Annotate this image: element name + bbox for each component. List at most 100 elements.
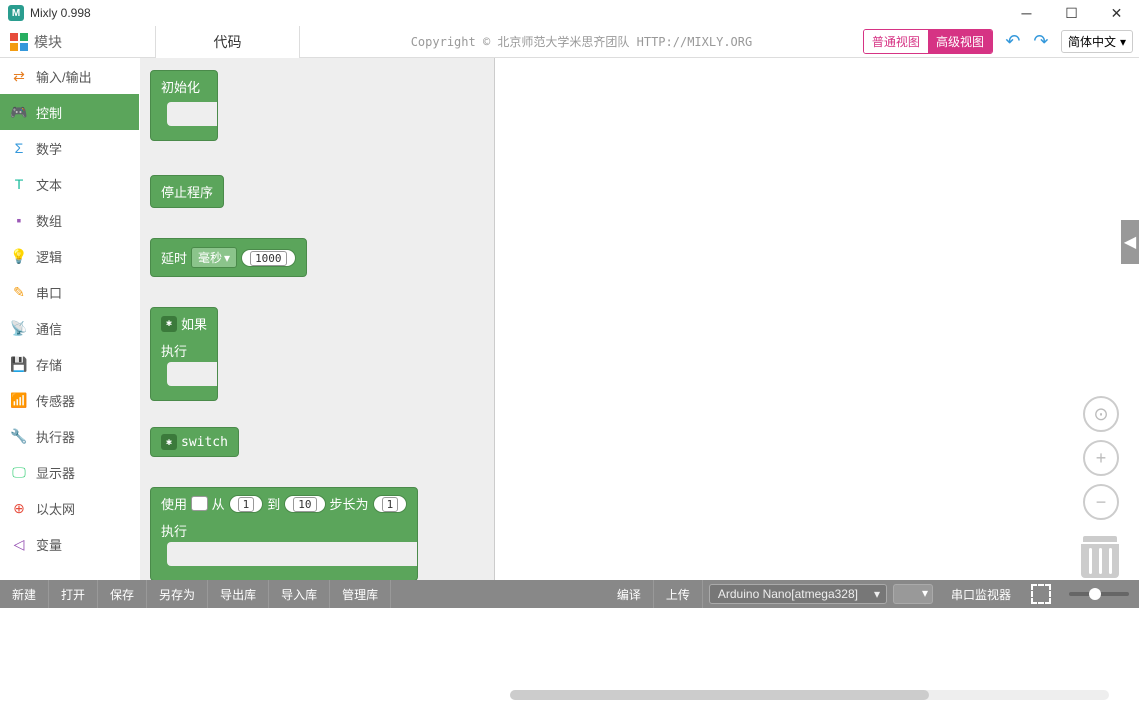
category-icon: ⇄	[10, 67, 28, 85]
language-label: 简体中文	[1068, 33, 1116, 50]
zoom-out-button[interactable]: −	[1083, 484, 1119, 520]
category-icon: 💾	[10, 355, 28, 373]
category-label: 数学	[36, 139, 62, 158]
block-stop[interactable]: 停止程序	[150, 175, 224, 208]
category-2[interactable]: Σ 数学	[0, 130, 139, 166]
category-icon: ▪	[10, 211, 28, 229]
category-icon: 📶	[10, 391, 28, 409]
open-button[interactable]: 打开	[49, 580, 98, 608]
for-var-input[interactable]: i	[191, 496, 208, 511]
center-button[interactable]: ⊙	[1083, 396, 1119, 432]
category-11[interactable]: 🖵 显示器	[0, 454, 139, 490]
tab-modules[interactable]: 模块	[0, 26, 155, 58]
category-icon: ✎	[10, 283, 28, 301]
category-icon: 🎮	[10, 103, 28, 121]
category-12[interactable]: ⊕以太网	[0, 490, 139, 526]
importlib-button[interactable]: 导入库	[269, 580, 330, 608]
copyright-text: Copyright © 北京师范大学米思齐团队 HTTP://MIXLY.ORG	[300, 33, 863, 50]
category-3[interactable]: T文本	[0, 166, 139, 202]
category-6[interactable]: ✎ 串口	[0, 274, 139, 310]
maximize-button[interactable]: ☐	[1049, 0, 1094, 26]
compile-button[interactable]: 编译	[605, 580, 654, 608]
managelib-button[interactable]: 管理库	[330, 580, 391, 608]
view-advanced-button[interactable]: 高级视图	[928, 30, 992, 53]
block-switch-label: switch	[181, 435, 228, 450]
workspace-canvas[interactable]: ⊙ + −	[495, 58, 1139, 580]
category-icon: Σ	[10, 139, 28, 157]
category-label: 执行器	[36, 427, 75, 446]
upload-button[interactable]: 上传	[654, 580, 703, 608]
category-label: 以太网	[36, 499, 75, 518]
block-for[interactable]: 使用 i 从 1 到 10 步长为 1 执行	[150, 487, 418, 580]
block-if[interactable]: ✱如果 执行	[150, 307, 218, 401]
block-switch[interactable]: ✱ switch	[150, 427, 239, 457]
exportlib-button[interactable]: 导出库	[208, 580, 269, 608]
serial-monitor-button[interactable]: 串口监视器	[939, 580, 1023, 608]
category-label: 输入/输出	[36, 67, 92, 86]
saveas-button[interactable]: 另存为	[147, 580, 208, 608]
category-icon: 🔧	[10, 427, 28, 445]
for-to-input[interactable]: 10	[284, 495, 325, 513]
category-5[interactable]: 💡逻辑	[0, 238, 139, 274]
puzzle-icon	[10, 33, 28, 51]
horizontal-scrollbar[interactable]	[510, 690, 1109, 700]
view-normal-button[interactable]: 普通视图	[864, 30, 928, 53]
trash-icon[interactable]	[1081, 536, 1119, 580]
category-10[interactable]: 🔧 执行器	[0, 418, 139, 454]
category-4[interactable]: ▪数组	[0, 202, 139, 238]
category-icon: 🖵	[10, 463, 28, 481]
block-if-label: 如果	[181, 314, 207, 333]
block-stop-label: 停止程序	[161, 182, 213, 201]
category-label: 变量	[36, 535, 62, 554]
chip-icon[interactable]	[1031, 584, 1051, 604]
category-label: 控制	[36, 103, 62, 122]
app-title: Mixly 0.998	[30, 6, 91, 20]
for-from-input[interactable]: 1	[229, 495, 264, 513]
category-0[interactable]: ⇄ 输入/输出	[0, 58, 139, 94]
close-button[interactable]: ✕	[1094, 0, 1139, 26]
zoom-slider[interactable]	[1069, 592, 1129, 596]
category-8[interactable]: 💾 存储	[0, 346, 139, 382]
save-button[interactable]: 保存	[98, 580, 147, 608]
port-select[interactable]	[893, 584, 933, 604]
side-panel-handle[interactable]: ◀	[1121, 220, 1139, 264]
redo-button[interactable]: ↷	[1029, 30, 1053, 54]
category-label: 逻辑	[36, 247, 62, 266]
block-delay-label: 延时	[161, 248, 187, 267]
category-label: 存储	[36, 355, 62, 374]
block-init[interactable]: 初始化	[150, 70, 218, 141]
chevron-down-icon: ▾	[1120, 35, 1126, 49]
zoom-in-button[interactable]: +	[1083, 440, 1119, 476]
bottom-toolbar: 新建 打开 保存 另存为 导出库 导入库 管理库 编译 上传 Arduino N…	[0, 580, 1139, 608]
titlebar: M Mixly 0.998 ─ ☐ ✕	[0, 0, 1139, 26]
delay-unit-dropdown[interactable]: 毫秒 ▾	[191, 247, 237, 268]
tab-modules-label: 模块	[34, 32, 62, 52]
delay-value-input[interactable]: 1000	[241, 249, 296, 267]
tab-code-label: 代码	[214, 32, 242, 52]
category-label: 串口	[36, 283, 62, 302]
for-step-input[interactable]: 1	[373, 495, 408, 513]
board-select[interactable]: Arduino Nano[atmega328]	[709, 584, 887, 604]
view-toggle[interactable]: 普通视图 高级视图	[863, 29, 993, 54]
category-1[interactable]: 🎮 控制	[0, 94, 139, 130]
category-label: 显示器	[36, 463, 75, 482]
gear-icon[interactable]: ✱	[161, 316, 177, 332]
minimize-button[interactable]: ─	[1004, 0, 1049, 26]
category-13[interactable]: ◁变量	[0, 526, 139, 562]
block-delay[interactable]: 延时 毫秒 ▾ 1000	[150, 238, 307, 277]
category-7[interactable]: 📡通信	[0, 310, 139, 346]
category-sidebar[interactable]: ⇄ 输入/输出 🎮 控制 Σ 数学 T文本▪数组💡逻辑 ✎ 串口 📡通信 💾 存储 📶传感器 🔧 执行器 🖵 显…	[0, 58, 140, 580]
header: 模块 代码 Copyright © 北京师范大学米思齐团队 HTTP://MIX…	[0, 26, 1139, 58]
new-button[interactable]: 新建	[0, 580, 49, 608]
category-label: 文本	[36, 175, 62, 194]
language-select[interactable]: 简体中文 ▾	[1061, 30, 1133, 53]
category-9[interactable]: 📶传感器	[0, 382, 139, 418]
gear-icon[interactable]: ✱	[161, 434, 177, 450]
block-if-do: 执行	[151, 339, 217, 362]
block-palette[interactable]: 初始化 停止程序 延时 毫秒 ▾ 1000 ✱如果 执行 ✱ switch	[140, 58, 495, 580]
block-init-label: 初始化	[161, 77, 200, 96]
category-label: 通信	[36, 319, 62, 338]
app-logo-icon: M	[8, 5, 24, 21]
undo-button[interactable]: ↶	[1001, 30, 1025, 54]
tab-code[interactable]: 代码	[155, 26, 300, 58]
